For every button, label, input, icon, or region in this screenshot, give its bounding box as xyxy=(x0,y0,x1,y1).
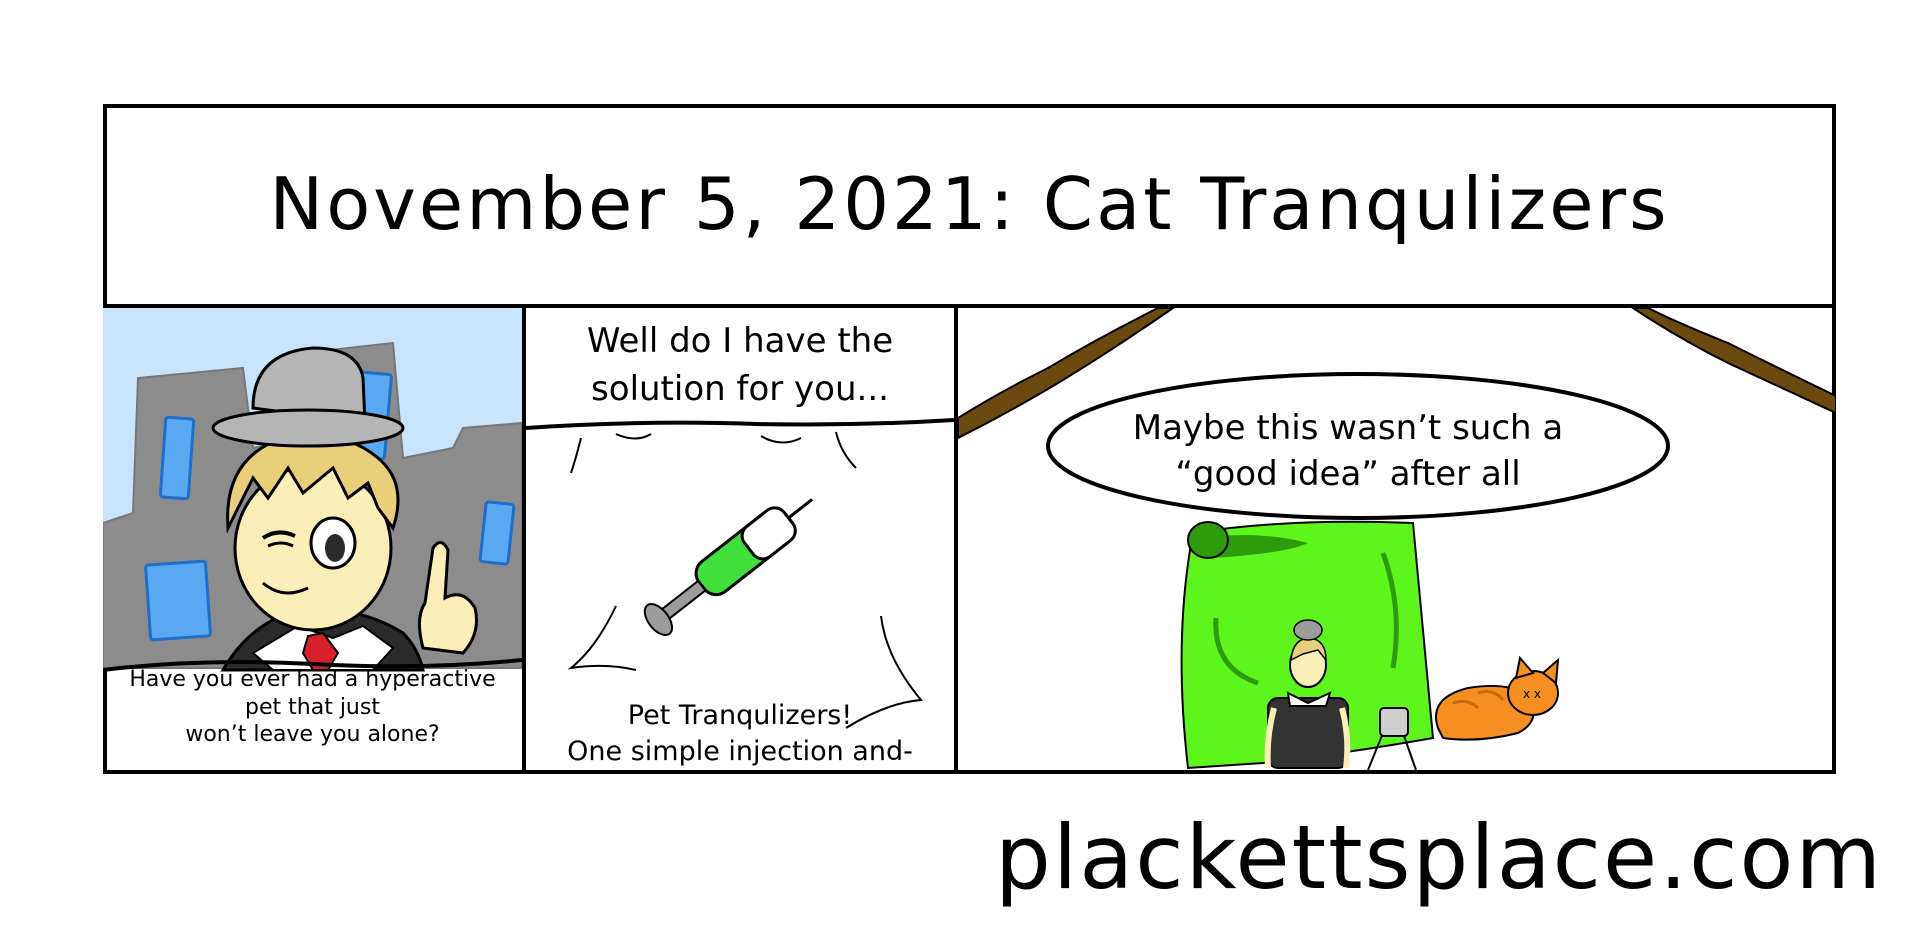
panel-1-caption: Have you ever had a hyperactive pet that… xyxy=(103,666,522,749)
small-person-hat xyxy=(1293,619,1323,641)
panel-2-bottom-caption: Pet Tranqulizers! One simple injection a… xyxy=(526,698,954,769)
caption-line: Well do I have the xyxy=(586,321,894,361)
bubble-line: Maybe this wasn’t such a xyxy=(1132,408,1564,448)
comic-title-box: November 5, 2021: Cat Tranqulizers xyxy=(103,104,1836,308)
panel-1: Have you ever had a hyperactive pet that… xyxy=(103,308,526,774)
motion-line xyxy=(570,437,582,474)
motion-line xyxy=(615,433,652,440)
motion-line xyxy=(567,605,637,671)
syringe-needle xyxy=(787,498,813,520)
building-window xyxy=(144,559,212,642)
small-device xyxy=(1379,707,1409,737)
site-watermark: plackettsplace.com xyxy=(995,806,1884,909)
caption-line: pet that just xyxy=(245,694,380,720)
caption-line: One simple injection and- xyxy=(567,735,913,767)
panel-3-illustration: x x xyxy=(958,308,1836,771)
syringe xyxy=(643,498,813,637)
comic-strip: November 5, 2021: Cat Tranqulizers Have … xyxy=(103,104,1836,774)
tree-branch xyxy=(1631,308,1836,415)
bubble-line: “good idea” after all xyxy=(1175,453,1521,494)
caption-line: Pet Tranqulizers! xyxy=(627,700,853,731)
panel-2: Well do I have the solution for you... P… xyxy=(526,308,958,774)
building-window xyxy=(158,415,196,501)
caption-line: won’t leave you alone? xyxy=(185,722,440,747)
panel-2-top-caption: Well do I have the solution for you... xyxy=(526,318,954,413)
panel-3: x x Maybe this wasn’t such a “good idea”… xyxy=(958,308,1836,774)
motion-line xyxy=(760,435,802,444)
comic-title: November 5, 2021: Cat Tranqulizers xyxy=(269,162,1670,246)
speech-bubble-text: Maybe this wasn’t such a “good idea” aft… xyxy=(1128,406,1568,498)
character-pupil xyxy=(325,534,345,562)
caption-line: solution for you... xyxy=(591,368,889,409)
motion-line xyxy=(835,431,857,469)
small-person-body xyxy=(1267,697,1349,769)
caption-line: Have you ever had a hyperactive xyxy=(129,667,496,692)
building-window xyxy=(478,500,516,566)
panel-divider-line xyxy=(526,418,954,430)
cat-x-eyes-icon: x x xyxy=(1523,687,1541,701)
curtain-knob xyxy=(1187,521,1229,559)
character-hat-brim xyxy=(211,408,405,448)
